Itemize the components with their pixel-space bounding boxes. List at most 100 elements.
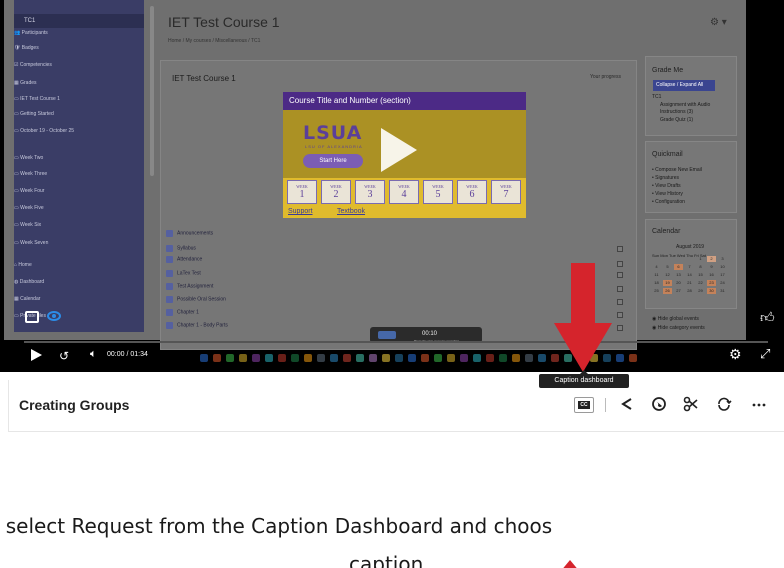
gear-icon[interactable]: ⚙ bbox=[729, 346, 742, 363]
caption-icon[interactable] bbox=[25, 311, 39, 323]
activity-item: Attendance bbox=[166, 256, 202, 265]
week-box: WEEK 1 bbox=[287, 180, 317, 204]
sidebar-item: ◍ Dashboard bbox=[14, 279, 45, 285]
activity-item: LaTex Test bbox=[166, 270, 201, 279]
taskbar-app-icon bbox=[512, 354, 520, 362]
taskbar-app-icon bbox=[252, 354, 260, 362]
activity-item: Test Assignment bbox=[166, 283, 213, 292]
gear-icon: ⚙ ▾ bbox=[710, 17, 727, 28]
taskbar-app-icon bbox=[265, 354, 273, 362]
thumbs-up-icon[interactable]: 👍︎ bbox=[760, 309, 775, 326]
calendar-day: 30 bbox=[707, 288, 716, 294]
calendar-day: 16 bbox=[709, 272, 714, 277]
calendar-day: 4 bbox=[655, 264, 658, 269]
week-box: WEEK 6 bbox=[457, 180, 487, 204]
share-icon[interactable] bbox=[619, 396, 635, 412]
taskbar-app-icon bbox=[629, 354, 637, 362]
taskbar-app-icon bbox=[330, 354, 338, 362]
rewind-10-icon[interactable]: ↺ bbox=[59, 349, 69, 363]
activity-icon bbox=[166, 322, 173, 329]
taskbar-app-icon bbox=[447, 354, 455, 362]
time-display: 00:00 / 01:34 bbox=[107, 351, 148, 358]
completion-checkbox bbox=[617, 299, 623, 305]
activity-label: Chapter 1 bbox=[177, 309, 199, 316]
progress-track[interactable] bbox=[24, 341, 768, 343]
completion-checkbox bbox=[617, 272, 623, 278]
activity-icon bbox=[166, 256, 173, 263]
video-player[interactable]: TC1 👥 Participants 🛡 Badges ☑ Competencies… bbox=[0, 0, 784, 372]
fullscreen-icon[interactable]: ⤢ bbox=[760, 346, 770, 362]
taskbar-app-icon bbox=[486, 354, 494, 362]
calendar-day: 31 bbox=[720, 288, 725, 293]
calendar-day: 29 bbox=[698, 288, 703, 293]
calendar-day: 3 bbox=[721, 256, 724, 261]
course-banner: Course Title and Number (section) LSUA L… bbox=[283, 92, 526, 218]
globe-icon[interactable] bbox=[651, 396, 667, 412]
activity-label: Test Assignment bbox=[177, 283, 214, 290]
taskbar-app-icon bbox=[317, 354, 325, 362]
lsua-logo: LSUA bbox=[303, 122, 363, 144]
taskbar-app-icon bbox=[408, 354, 416, 362]
completion-checkbox bbox=[617, 246, 623, 252]
calendar-day: 18 bbox=[654, 280, 659, 285]
play-icon bbox=[381, 128, 417, 172]
week-box: WEEK 3 bbox=[355, 180, 385, 204]
calendar-day: 19 bbox=[663, 280, 672, 286]
play-icon[interactable] bbox=[31, 349, 42, 361]
sidebar-item: ▦ Grades bbox=[14, 80, 37, 86]
caption-dashboard-tooltip: Caption dashboard bbox=[539, 374, 629, 388]
calendar-day: 25 bbox=[654, 288, 659, 293]
activity-icon bbox=[166, 270, 173, 277]
support-link: Support bbox=[288, 208, 313, 215]
caption-text-line: caption bbox=[349, 552, 424, 568]
activity-icon bbox=[166, 245, 173, 252]
taskbar-app-icon bbox=[343, 354, 351, 362]
taskbar-app-icon bbox=[460, 354, 468, 362]
volume-icon[interactable]: 🔈︎ bbox=[90, 348, 97, 361]
caption-text-line: , select Request from the Caption Dashbo… bbox=[0, 514, 553, 538]
quickmail-item: • View History bbox=[652, 191, 683, 197]
week-number: 3 bbox=[367, 189, 373, 200]
activity-label: Syllabus bbox=[177, 245, 196, 252]
calendar-day: 15 bbox=[698, 272, 703, 277]
breadcrumb: Home / My courses / Miscellaneous / TC1 bbox=[168, 38, 261, 44]
activity-label: Attendance bbox=[177, 256, 203, 263]
taskbar-app-icon bbox=[291, 354, 299, 362]
eye-icon[interactable] bbox=[47, 311, 61, 321]
week-strip: WEEK 1 WEEK 2 WEEK 3 WEEK 4 WEEK 5 WEEK 6 WEEK 7 bbox=[283, 178, 526, 208]
completion-checkbox bbox=[617, 261, 623, 267]
taskbar-app-icon bbox=[525, 354, 533, 362]
quickmail-item: • Compose New Email bbox=[652, 167, 702, 173]
calendar-day: 17 bbox=[720, 272, 725, 277]
week-number: 5 bbox=[435, 189, 441, 200]
activity-label: Chapter 1 - Body Parts bbox=[177, 322, 228, 329]
quickmail-item: • Configuration bbox=[652, 199, 685, 205]
sidebar-item: 👥 Participants bbox=[14, 30, 48, 36]
red-arrow-shaft bbox=[571, 263, 595, 325]
more-icon[interactable] bbox=[751, 396, 767, 412]
activity-item: Announcements bbox=[166, 230, 213, 239]
scissors-icon[interactable] bbox=[683, 396, 699, 412]
calendar-day: 26 bbox=[663, 288, 672, 294]
sidebar-item: ▭ Week Four bbox=[14, 188, 45, 194]
collapse-expand-button: Collapse / Expand All bbox=[653, 80, 715, 91]
caption-dashboard-button[interactable]: CC bbox=[574, 397, 594, 413]
lsua-logo-sub: LSU OF ALEXANDRIA bbox=[305, 144, 363, 149]
taskbar-app-icon bbox=[473, 354, 481, 362]
refresh-icon[interactable] bbox=[716, 396, 732, 412]
completion-checkbox bbox=[617, 312, 623, 318]
taskbar-app-icon bbox=[382, 354, 390, 362]
calendar-day: 5 bbox=[666, 264, 669, 269]
sidebar-item: ▭ Week Seven bbox=[14, 240, 49, 246]
taskbar-app-icon bbox=[616, 354, 624, 362]
activity-label: Announcements bbox=[177, 230, 214, 237]
taskbar-app-icon bbox=[304, 354, 312, 362]
calendar-day: 6 bbox=[674, 264, 683, 270]
sidebar-item: ▭ Week Five bbox=[14, 205, 44, 211]
completion-checkbox bbox=[617, 325, 623, 331]
calendar-day: 8 bbox=[699, 264, 702, 269]
calendar-day: 20 bbox=[676, 280, 681, 285]
quickmail-item: • View Drafts bbox=[652, 183, 681, 189]
cc-icon: CC bbox=[578, 401, 590, 409]
banner-links-strip: Support Textbook bbox=[283, 208, 526, 218]
